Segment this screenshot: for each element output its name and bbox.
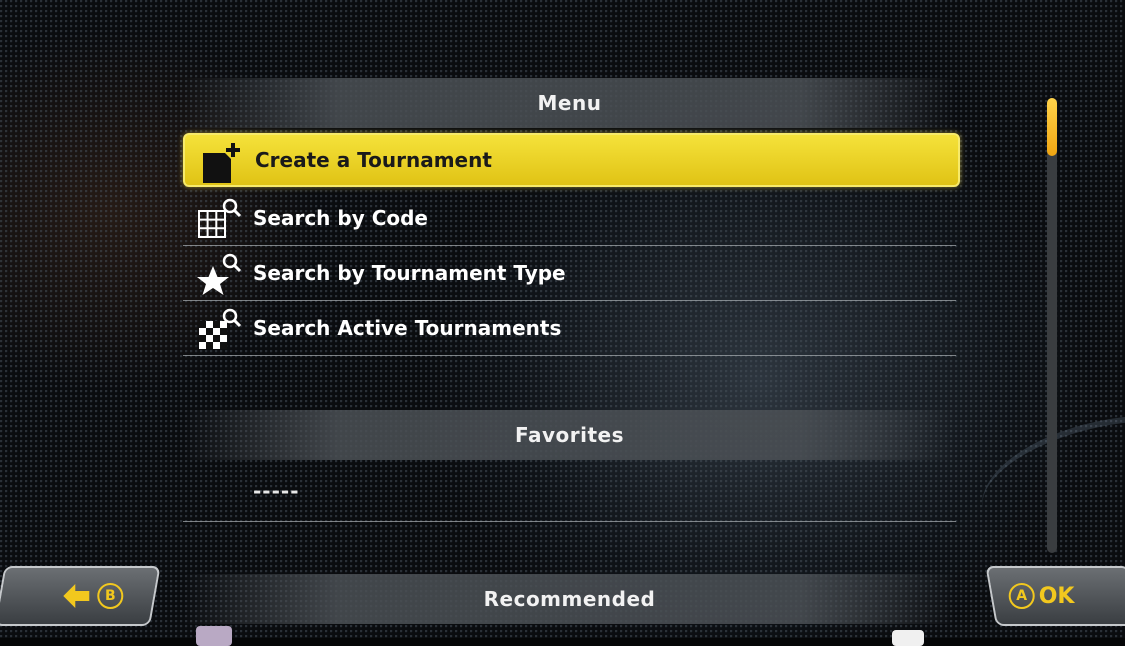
recommended-item-badge: [892, 630, 924, 646]
ok-label: OK: [1038, 583, 1075, 609]
menu-header-label: Menu: [537, 91, 602, 115]
menu-item-search-active[interactable]: Search Active Tournaments: [183, 301, 956, 356]
new-document-plus-icon: [203, 143, 240, 183]
recommended-header: Recommended: [183, 574, 956, 624]
arrow-left-icon: [63, 584, 90, 608]
scrollbar-thumb[interactable]: [1047, 98, 1057, 156]
grid-search-icon: [198, 198, 242, 238]
menu-item-label: Create a Tournament: [255, 148, 492, 172]
menu-header: Menu: [183, 78, 956, 128]
favorites-empty-row[interactable]: -----: [183, 461, 956, 522]
menu-item-label: Search by Code: [253, 206, 428, 230]
recommended-header-label: Recommended: [483, 587, 656, 611]
favorites-header: Favorites: [183, 410, 956, 460]
a-button-glyph: A: [1008, 583, 1035, 609]
ok-button[interactable]: A OK: [985, 566, 1125, 626]
b-button-glyph: B: [97, 583, 124, 609]
menu-item-search-by-code[interactable]: Search by Code: [183, 191, 956, 246]
menu-item-create-tournament[interactable]: Create a Tournament: [183, 133, 960, 187]
favorites-empty-value: -----: [253, 479, 300, 503]
checkered-flag-search-icon: [199, 308, 242, 349]
recommended-item-icon: [196, 626, 232, 646]
menu-item-label: Search Active Tournaments: [253, 316, 562, 340]
menu-item-label: Search by Tournament Type: [253, 261, 566, 285]
star-search-icon: [197, 253, 242, 295]
scrollbar[interactable]: [1047, 98, 1057, 553]
menu-item-search-by-type[interactable]: Search by Tournament Type: [183, 246, 956, 301]
back-button[interactable]: B: [0, 566, 161, 626]
favorites-header-label: Favorites: [514, 423, 624, 447]
